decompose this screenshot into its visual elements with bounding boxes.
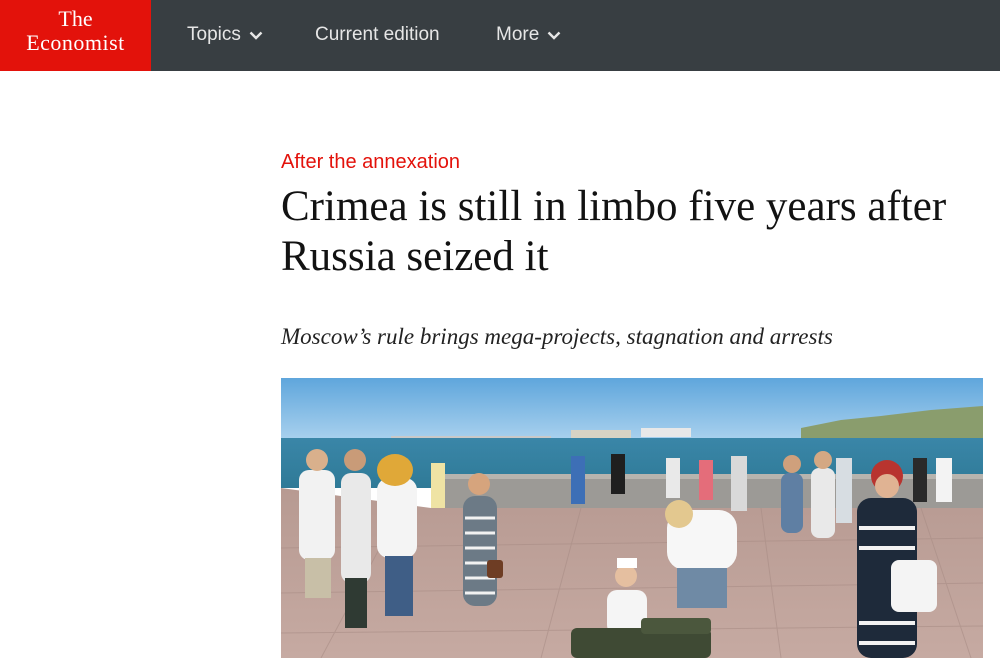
top-navigation-bar: The Economist Topics Current edition Mor… bbox=[0, 0, 1000, 71]
article-headline: Crimea is still in limbo five years afte… bbox=[281, 183, 947, 280]
article-subheadline: Moscow’s rule brings mega-projects, stag… bbox=[281, 324, 833, 349]
nav-more-menu[interactable]: More bbox=[496, 22, 561, 48]
chevron-down-icon bbox=[547, 31, 561, 40]
seaside-promenade-image bbox=[281, 378, 983, 658]
nav-more-label: More bbox=[496, 24, 540, 45]
economist-logo[interactable]: The Economist bbox=[0, 0, 151, 71]
nav-topics-label: Topics bbox=[187, 24, 241, 45]
article-kicker[interactable]: After the annexation bbox=[281, 150, 460, 174]
logo-line-1: The bbox=[58, 6, 93, 31]
logo-line-2: Economist bbox=[26, 30, 125, 55]
nav-topics-menu[interactable]: Topics bbox=[187, 22, 263, 48]
nav-current-edition-label: Current edition bbox=[315, 24, 440, 45]
nav-current-edition-link[interactable]: Current edition bbox=[315, 22, 440, 48]
article-lead-photo bbox=[281, 378, 983, 658]
chevron-down-icon bbox=[249, 31, 263, 40]
